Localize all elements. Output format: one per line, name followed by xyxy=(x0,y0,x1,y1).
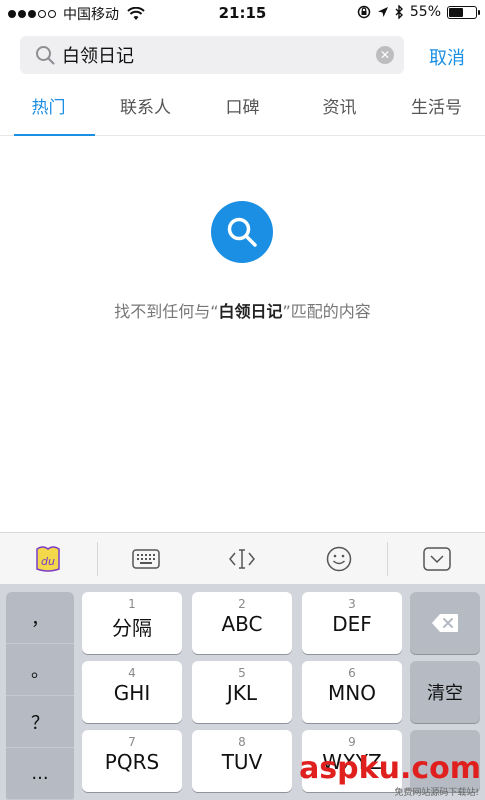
t9-key-8[interactable]: 8 TUV xyxy=(192,730,292,792)
search-input[interactable] xyxy=(62,44,352,66)
empty-suffix: ”匹配的内容 xyxy=(282,302,371,321)
tab-reviews[interactable]: 口碑 xyxy=(194,82,291,135)
hide-keyboard-button[interactable] xyxy=(388,533,485,584)
chevron-down-icon xyxy=(422,546,451,571)
bluetooth-icon xyxy=(395,5,403,19)
t9-key-5[interactable]: 5 JKL xyxy=(192,661,292,723)
keyboard-logo-button[interactable]: du xyxy=(0,533,97,584)
symbol-key[interactable]: ？ xyxy=(6,696,74,748)
watermark-logo: aspku.com xyxy=(299,751,481,786)
status-right: 55% xyxy=(357,4,480,20)
svg-text:du: du xyxy=(41,555,55,568)
symbol-key[interactable]: ... xyxy=(6,748,74,800)
cancel-button[interactable]: 取消 xyxy=(429,44,465,70)
search-header: ✕ 取消 xyxy=(0,28,485,82)
search-box[interactable]: ✕ xyxy=(20,36,404,74)
status-bar: 中国移动 21:15 55% xyxy=(0,0,485,28)
ime-logo-icon: du xyxy=(36,545,61,572)
emoji-icon xyxy=(326,546,352,571)
t9-key-4[interactable]: 4 GHI xyxy=(82,661,182,723)
clear-search-icon[interactable]: ✕ xyxy=(376,46,394,64)
battery-fill xyxy=(449,7,464,17)
cursor-move-button[interactable] xyxy=(194,533,291,584)
empty-keyword: 白领日记 xyxy=(218,302,283,321)
backspace-icon xyxy=(432,614,458,632)
rotation-lock-icon xyxy=(357,5,371,19)
t9-key-3[interactable]: 3 DEF xyxy=(302,592,402,654)
search-icon xyxy=(34,44,56,66)
clear-button[interactable]: 清空 xyxy=(410,661,480,723)
tab-hot[interactable]: 热门 xyxy=(0,82,97,136)
tab-news[interactable]: 资讯 xyxy=(291,82,388,135)
keyboard-switch-button[interactable] xyxy=(98,533,195,584)
tab-contacts[interactable]: 联系人 xyxy=(97,82,194,135)
watermark-caption: 免费网站源码下载站! xyxy=(394,788,479,798)
battery-percent: 55% xyxy=(409,4,441,20)
result-tabs: 热门 联系人 口碑 资讯 生活号 xyxy=(0,82,485,136)
t9-key-6[interactable]: 6 MNO xyxy=(302,661,402,723)
symbol-column[interactable]: ， 。 ？ ... xyxy=(6,592,74,800)
empty-search-icon xyxy=(211,201,273,263)
t9-key-7[interactable]: 7 PQRS xyxy=(82,730,182,792)
location-icon xyxy=(377,7,388,17)
t9-key-1[interactable]: 1 分隔 xyxy=(82,592,182,654)
empty-prefix: 找不到任何与“ xyxy=(114,302,219,321)
keyboard-toolbar: du xyxy=(0,532,485,584)
backspace-button[interactable] xyxy=(410,592,480,654)
battery-icon xyxy=(447,5,480,19)
keyboard-icon xyxy=(132,548,160,569)
t9-key-2[interactable]: 2 ABC xyxy=(192,592,292,654)
empty-state-message: 找不到任何与“白领日记”匹配的内容 xyxy=(0,298,485,322)
tab-lifestyle[interactable]: 生活号 xyxy=(388,82,485,135)
emoji-button[interactable] xyxy=(291,533,388,584)
symbol-key[interactable]: ， xyxy=(6,592,74,644)
cursor-icon xyxy=(229,548,256,569)
symbol-key[interactable]: 。 xyxy=(6,644,74,696)
